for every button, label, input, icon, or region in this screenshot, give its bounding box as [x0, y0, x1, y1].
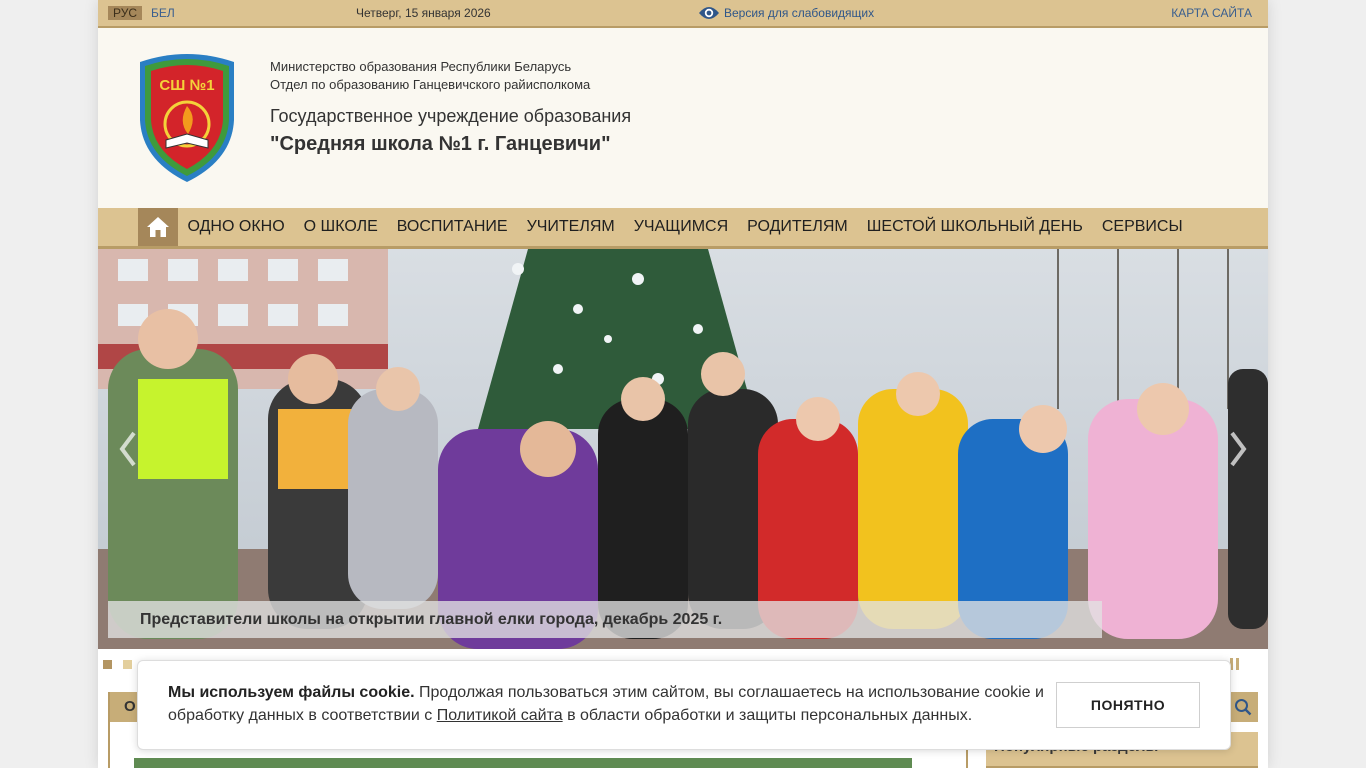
current-date: Четверг, 15 января 2026 — [356, 6, 491, 20]
nav-item-8[interactable]: СЕРВИСЫ — [1092, 208, 1192, 246]
slider-next-icon[interactable] — [1226, 429, 1250, 469]
nav-item-2[interactable]: О ШКОЛЕ — [294, 208, 387, 246]
nav-item-3[interactable]: ВОСПИТАНИЕ — [387, 208, 517, 246]
slide-caption: Представители школы на открытии главной … — [108, 601, 1102, 638]
nav-item-7[interactable]: ШЕСТОЙ ШКОЛЬНЫЙ ДЕНЬ — [857, 208, 1092, 246]
cookie-text: Мы используем файлы cookie. Продолжая по… — [168, 681, 1048, 727]
cookie-banner: Мы используем файлы cookie. Продолжая по… — [137, 660, 1231, 750]
slide-photo — [98, 249, 1268, 649]
home-icon — [147, 217, 169, 237]
news-image[interactable] — [134, 758, 912, 768]
ministry-text: Министерство образования Республики Бела… — [270, 58, 590, 94]
slider-dot[interactable] — [123, 660, 132, 669]
nav-item-6[interactable]: РОДИТЕЛЯМ — [738, 208, 858, 246]
slider-dot[interactable] — [103, 660, 112, 669]
language-by-link[interactable]: БЕЛ — [151, 6, 175, 20]
site-policy-link[interactable]: Политикой сайта — [437, 707, 563, 724]
low-vision-link[interactable]: Версия для слабовидящих — [698, 3, 874, 23]
sitemap-link[interactable]: КАРТА САЙТА — [1171, 6, 1252, 20]
nav-item-4[interactable]: УЧИТЕЛЯМ — [517, 208, 624, 246]
site-header: СШ №1 Министерство образования Республик… — [98, 28, 1268, 208]
nav-item-5[interactable]: УЧАЩИМСЯ — [624, 208, 737, 246]
cookie-accept-button[interactable]: ПОНЯТНО — [1056, 682, 1200, 728]
ministry-line-2: Отдел по образованию Ганцевичского райис… — [270, 77, 591, 92]
search-button[interactable] — [1228, 692, 1258, 722]
slider-pause-icon[interactable] — [1230, 658, 1240, 670]
school-emblem-icon[interactable]: СШ №1 — [132, 50, 242, 184]
cookie-bold: Мы используем файлы cookie. — [168, 684, 415, 701]
slider-prev-icon[interactable] — [116, 429, 140, 469]
top-bar: РУС БЕЛ Четверг, 15 января 2026 Версия д… — [98, 0, 1268, 28]
main-navigation: ОДНО ОКНО О ШКОЛЕ ВОСПИТАНИЕ УЧИТЕЛЯМ УЧАЩИМ… — [98, 208, 1268, 249]
slide-caption-text: Представители школы на открытии главной … — [140, 611, 723, 628]
eye-icon — [699, 7, 719, 19]
school-name: "Средняя школа №1 г. Ганцевичи" — [270, 133, 611, 155]
nav-items: ОДНО ОКНО О ШКОЛЕ ВОСПИТАНИЕ УЧИТЕЛЯМ УЧАЩИМ… — [178, 208, 1192, 246]
emblem-label: СШ №1 — [159, 77, 214, 94]
search-icon — [1235, 699, 1252, 716]
nav-home-button[interactable] — [138, 208, 178, 246]
cookie-text-after: в области обработки и защиты персональны… — [562, 707, 973, 724]
low-vision-label: Версия для слабовидящих — [724, 6, 875, 20]
institution-type: Государственное учреждение образования — [270, 106, 632, 126]
language-ru-button[interactable]: РУС — [108, 6, 142, 20]
nav-item-1[interactable]: ОДНО ОКНО — [178, 208, 294, 246]
page: РУС БЕЛ Четверг, 15 января 2026 Версия д… — [98, 0, 1268, 768]
ministry-line-1: Министерство образования Республики Бела… — [270, 59, 572, 74]
photo-slider[interactable]: Представители школы на открытии главной … — [98, 249, 1268, 649]
